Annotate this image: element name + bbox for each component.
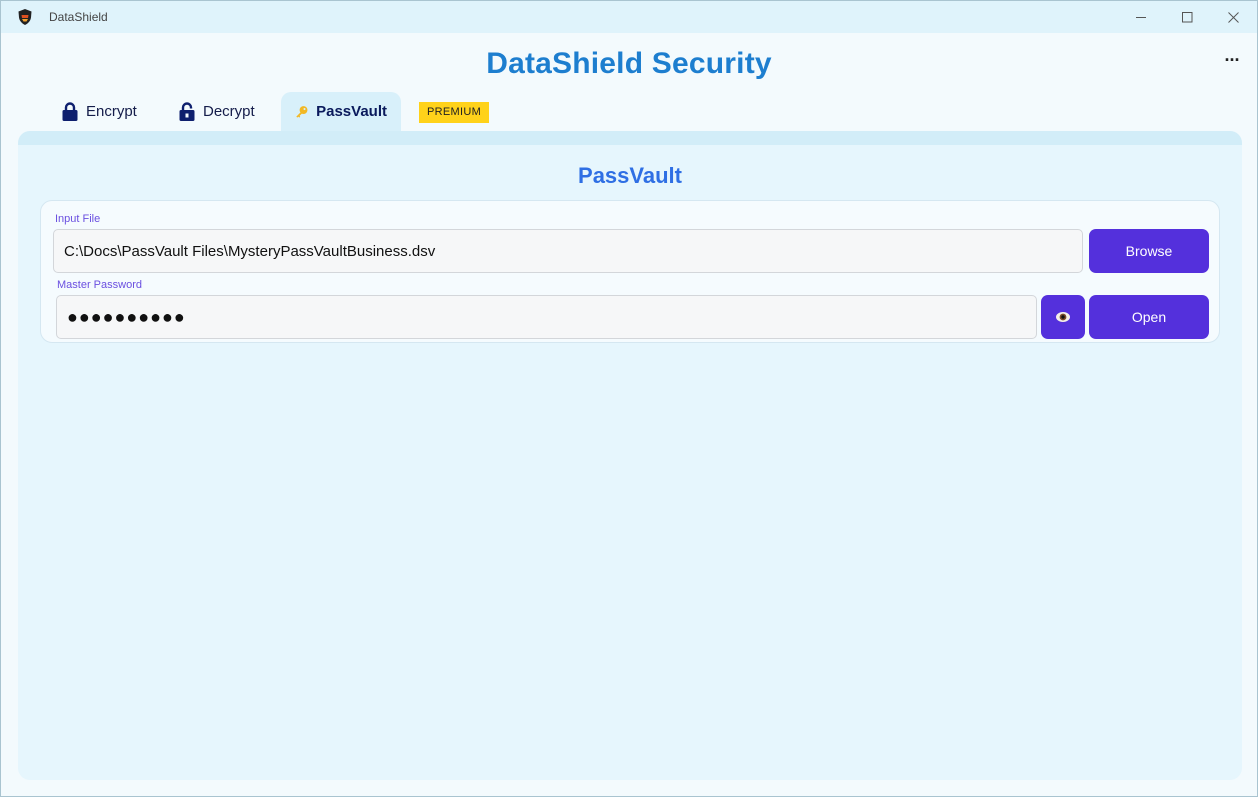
passvault-form-card: Input File C:\Docs\PassVault Files\Myste… bbox=[40, 200, 1220, 343]
maximize-icon bbox=[1181, 11, 1192, 22]
tab-decrypt-label: Decrypt bbox=[203, 103, 255, 120]
tab-passvault-label: PassVault bbox=[316, 103, 387, 120]
input-file-field[interactable]: C:\Docs\PassVault Files\MysteryPassVault… bbox=[53, 229, 1083, 273]
eye-icon bbox=[1056, 312, 1070, 322]
shield-logo-icon bbox=[18, 9, 32, 25]
input-file-label: Input File bbox=[55, 213, 101, 225]
title-bar: DataShield bbox=[1, 1, 1257, 33]
show-password-button[interactable] bbox=[1041, 295, 1085, 339]
app-title: DataShield Security bbox=[486, 47, 772, 80]
app-window: DataShield DataShield Security ... Encry… bbox=[0, 0, 1258, 797]
close-icon bbox=[1227, 11, 1239, 23]
minimize-button[interactable] bbox=[1118, 1, 1164, 33]
tab-passvault[interactable]: PassVault bbox=[281, 92, 401, 131]
open-button[interactable]: Open bbox=[1089, 295, 1209, 339]
key-icon bbox=[296, 105, 308, 118]
maximize-button[interactable] bbox=[1164, 1, 1210, 33]
section-title: PassVault bbox=[578, 163, 682, 188]
more-options-button[interactable]: ... bbox=[1219, 45, 1245, 69]
browse-button[interactable]: Browse bbox=[1089, 229, 1209, 273]
premium-badge: PREMIUM bbox=[419, 102, 490, 123]
window-title: DataShield bbox=[49, 10, 108, 24]
tab-encrypt[interactable]: Encrypt bbox=[48, 92, 151, 131]
panel-header-strip bbox=[18, 131, 1242, 145]
passvault-panel: PassVault Input File C:\Docs\PassVault F… bbox=[18, 131, 1242, 780]
master-password-field[interactable]: ●●●●●●●●●● bbox=[56, 295, 1037, 339]
master-password-label: Master Password bbox=[57, 279, 142, 291]
tab-encrypt-label: Encrypt bbox=[86, 103, 137, 120]
tab-decrypt[interactable]: Decrypt bbox=[165, 92, 269, 131]
unlock-icon bbox=[179, 102, 195, 121]
minimize-icon bbox=[1135, 16, 1146, 18]
close-button[interactable] bbox=[1210, 1, 1256, 33]
lock-icon bbox=[62, 102, 78, 121]
